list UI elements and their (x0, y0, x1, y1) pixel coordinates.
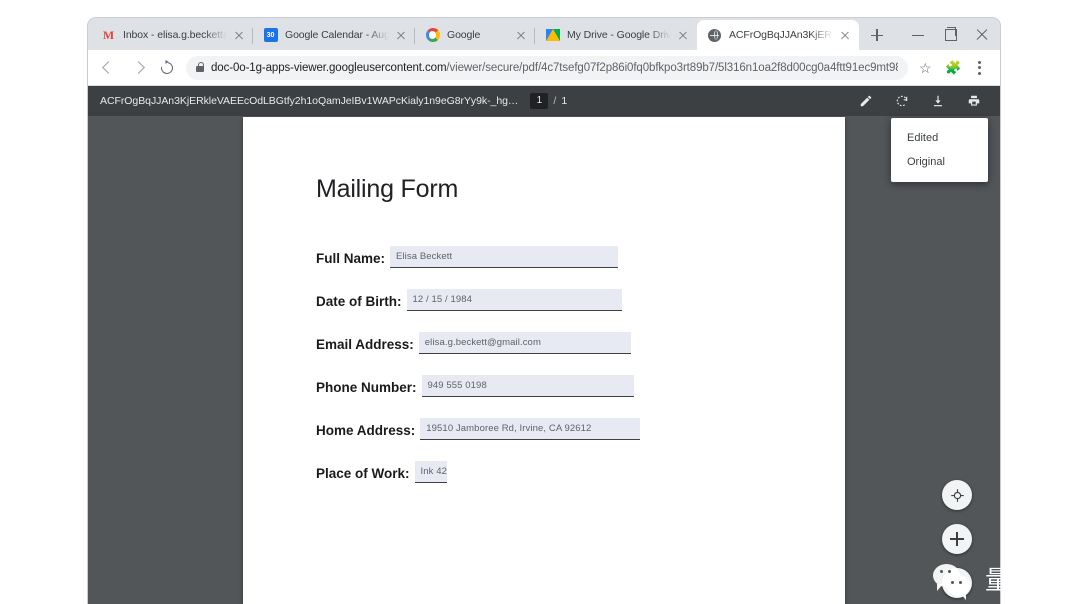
calendar-icon: 30 (263, 28, 278, 43)
field-value: Elisa Beckett (396, 251, 453, 262)
field-label: Date of Birth: (316, 294, 402, 309)
menu-item-edited[interactable]: Edited (891, 126, 988, 150)
print-icon[interactable] (960, 90, 988, 112)
zoom-controls (942, 480, 972, 598)
page-separator: / (553, 95, 557, 107)
gmail-icon: M (102, 28, 115, 42)
new-tab-button[interactable] (864, 22, 890, 48)
address-bar[interactable]: doc-0o-1g-apps-viewer.googleusercontent.… (186, 55, 908, 80)
form-title: Mailing Form (316, 175, 459, 203)
screenshot-root: M Inbox - elisa.g.beckett@g 30 Google Ca… (0, 0, 1080, 604)
close-icon[interactable] (231, 27, 247, 43)
url-path: /viewer/secure/pdf/4c7tsefg07f2p86i0fq0b… (446, 61, 898, 74)
view-version-dropdown-menu[interactable]: Edited Original (891, 118, 988, 182)
full-name-field[interactable]: Elisa Beckett (390, 246, 619, 268)
email-address-field[interactable]: elisa.g.beckett@gmail.com (418, 332, 631, 354)
pdf-viewer: ACFrOgBqJJAn3KjERkleVAEEcOdLBGtfy2h1oQam… (88, 86, 1000, 604)
browser-window: M Inbox - elisa.g.beckett@g 30 Google Ca… (88, 18, 1000, 604)
google-icon (425, 28, 440, 43)
form-row-home-address: Home Address: 19510 Jamboree Rd, Irvine,… (316, 414, 845, 440)
close-icon[interactable] (513, 27, 529, 43)
date-of-birth-field[interactable]: 12 / 15 / 1984 (406, 289, 622, 311)
navigation-bar: doc-0o-1g-apps-viewer.googleusercontent.… (88, 50, 1000, 86)
zoom-out-button[interactable] (942, 568, 972, 598)
drive-icon (545, 28, 560, 43)
window-close-icon[interactable] (966, 18, 998, 50)
fit-to-page-button[interactable] (942, 480, 972, 510)
field-label: Phone Number: (316, 380, 417, 395)
bookmark-star-icon[interactable]: ☆ (914, 55, 940, 81)
close-icon[interactable] (837, 27, 853, 43)
field-value: Ink 42 (420, 466, 448, 477)
pdf-toolbar: ACFrOgBqJJAn3KjERkleVAEEcOdLBGtfy2h1oQam… (88, 86, 1000, 116)
download-icon[interactable] (924, 90, 952, 112)
field-label: Home Address: (316, 423, 416, 438)
close-icon[interactable] (393, 27, 409, 43)
browser-tab-pdf-viewer[interactable]: ACFrOgBqJJAn3KjERkie (697, 20, 859, 50)
place-of-work-field[interactable]: Ink 42 (414, 461, 448, 483)
edit-pencil-icon[interactable] (852, 90, 880, 112)
zoom-in-button[interactable] (942, 524, 972, 554)
minimize-icon[interactable] (902, 18, 934, 50)
url-host: doc-0o-1g-apps-viewer.googleusercontent.… (211, 61, 447, 74)
home-address-field[interactable]: 19510 Jamboree Rd, Irvine, CA 92612 (420, 418, 641, 440)
pdf-document-title: ACFrOgBqJJAn3KjERkleVAEEcOdLBGtfy2h1oQam… (100, 95, 519, 107)
chrome-menu-icon[interactable] (966, 55, 992, 81)
form-row-email-address: Email Address: elisa.g.beckett@gmail.com (316, 328, 845, 354)
menu-item-original[interactable]: Original (891, 150, 988, 174)
lock-icon (196, 61, 205, 72)
maximize-icon[interactable] (934, 18, 966, 50)
pdf-page: Mailing Form Full Name: Elisa Beckett Da… (243, 117, 845, 604)
tab-title: Google (447, 29, 481, 41)
field-value: 19510 Jamboree Rd, Irvine, CA 92612 (426, 423, 592, 434)
tab-strip: M Inbox - elisa.g.beckett@g 30 Google Ca… (88, 18, 1000, 50)
field-value: 12 / 15 / 1984 (412, 294, 473, 305)
extensions-puzzle-icon[interactable]: 🧩 (940, 55, 966, 81)
window-controls (902, 18, 998, 50)
field-label: Full Name: (316, 251, 386, 266)
form-row-date-of-birth: Date of Birth: 12 / 15 / 1984 (316, 285, 845, 311)
browser-tab-gmail[interactable]: M Inbox - elisa.g.beckett@g (91, 20, 253, 50)
tab-title: ACFrOgBqJJAn3KjERkie (729, 29, 833, 41)
browser-tab-drive[interactable]: My Drive - Google Drive (534, 20, 697, 50)
field-value: elisa.g.beckett@gmail.com (424, 337, 541, 348)
back-button[interactable] (96, 55, 122, 81)
page-navigation: / 1 (530, 93, 567, 109)
form-row-full-name: Full Name: Elisa Beckett (316, 242, 845, 268)
page-total: 1 (561, 95, 568, 107)
tab-title: Inbox - elisa.g.beckett@g (123, 29, 227, 41)
field-label: Email Address: (316, 337, 414, 352)
field-label: Place of Work: (316, 466, 410, 481)
tab-title: Google Calendar - Augus (285, 29, 389, 41)
form-row-place-of-work: Place of Work: Ink 42 (316, 457, 845, 483)
url-text: doc-0o-1g-apps-viewer.googleusercontent.… (211, 62, 898, 74)
forward-button[interactable] (125, 55, 151, 81)
tab-title: My Drive - Google Drive (567, 29, 671, 41)
globe-icon (707, 28, 722, 43)
field-value: 949 555 0198 (427, 380, 487, 391)
browser-tab-calendar[interactable]: 30 Google Calendar - Augus (252, 20, 415, 50)
browser-tab-google[interactable]: Google (414, 20, 535, 50)
mailing-form: Mailing Form Full Name: Elisa Beckett Da… (243, 117, 845, 483)
phone-number-field[interactable]: 949 555 0198 (421, 375, 634, 397)
form-row-phone-number: Phone Number: 949 555 0198 (316, 371, 845, 397)
rotate-icon[interactable] (888, 90, 916, 112)
reload-button[interactable] (154, 55, 180, 81)
close-icon[interactable] (675, 27, 691, 43)
page-number-input[interactable] (530, 93, 549, 109)
